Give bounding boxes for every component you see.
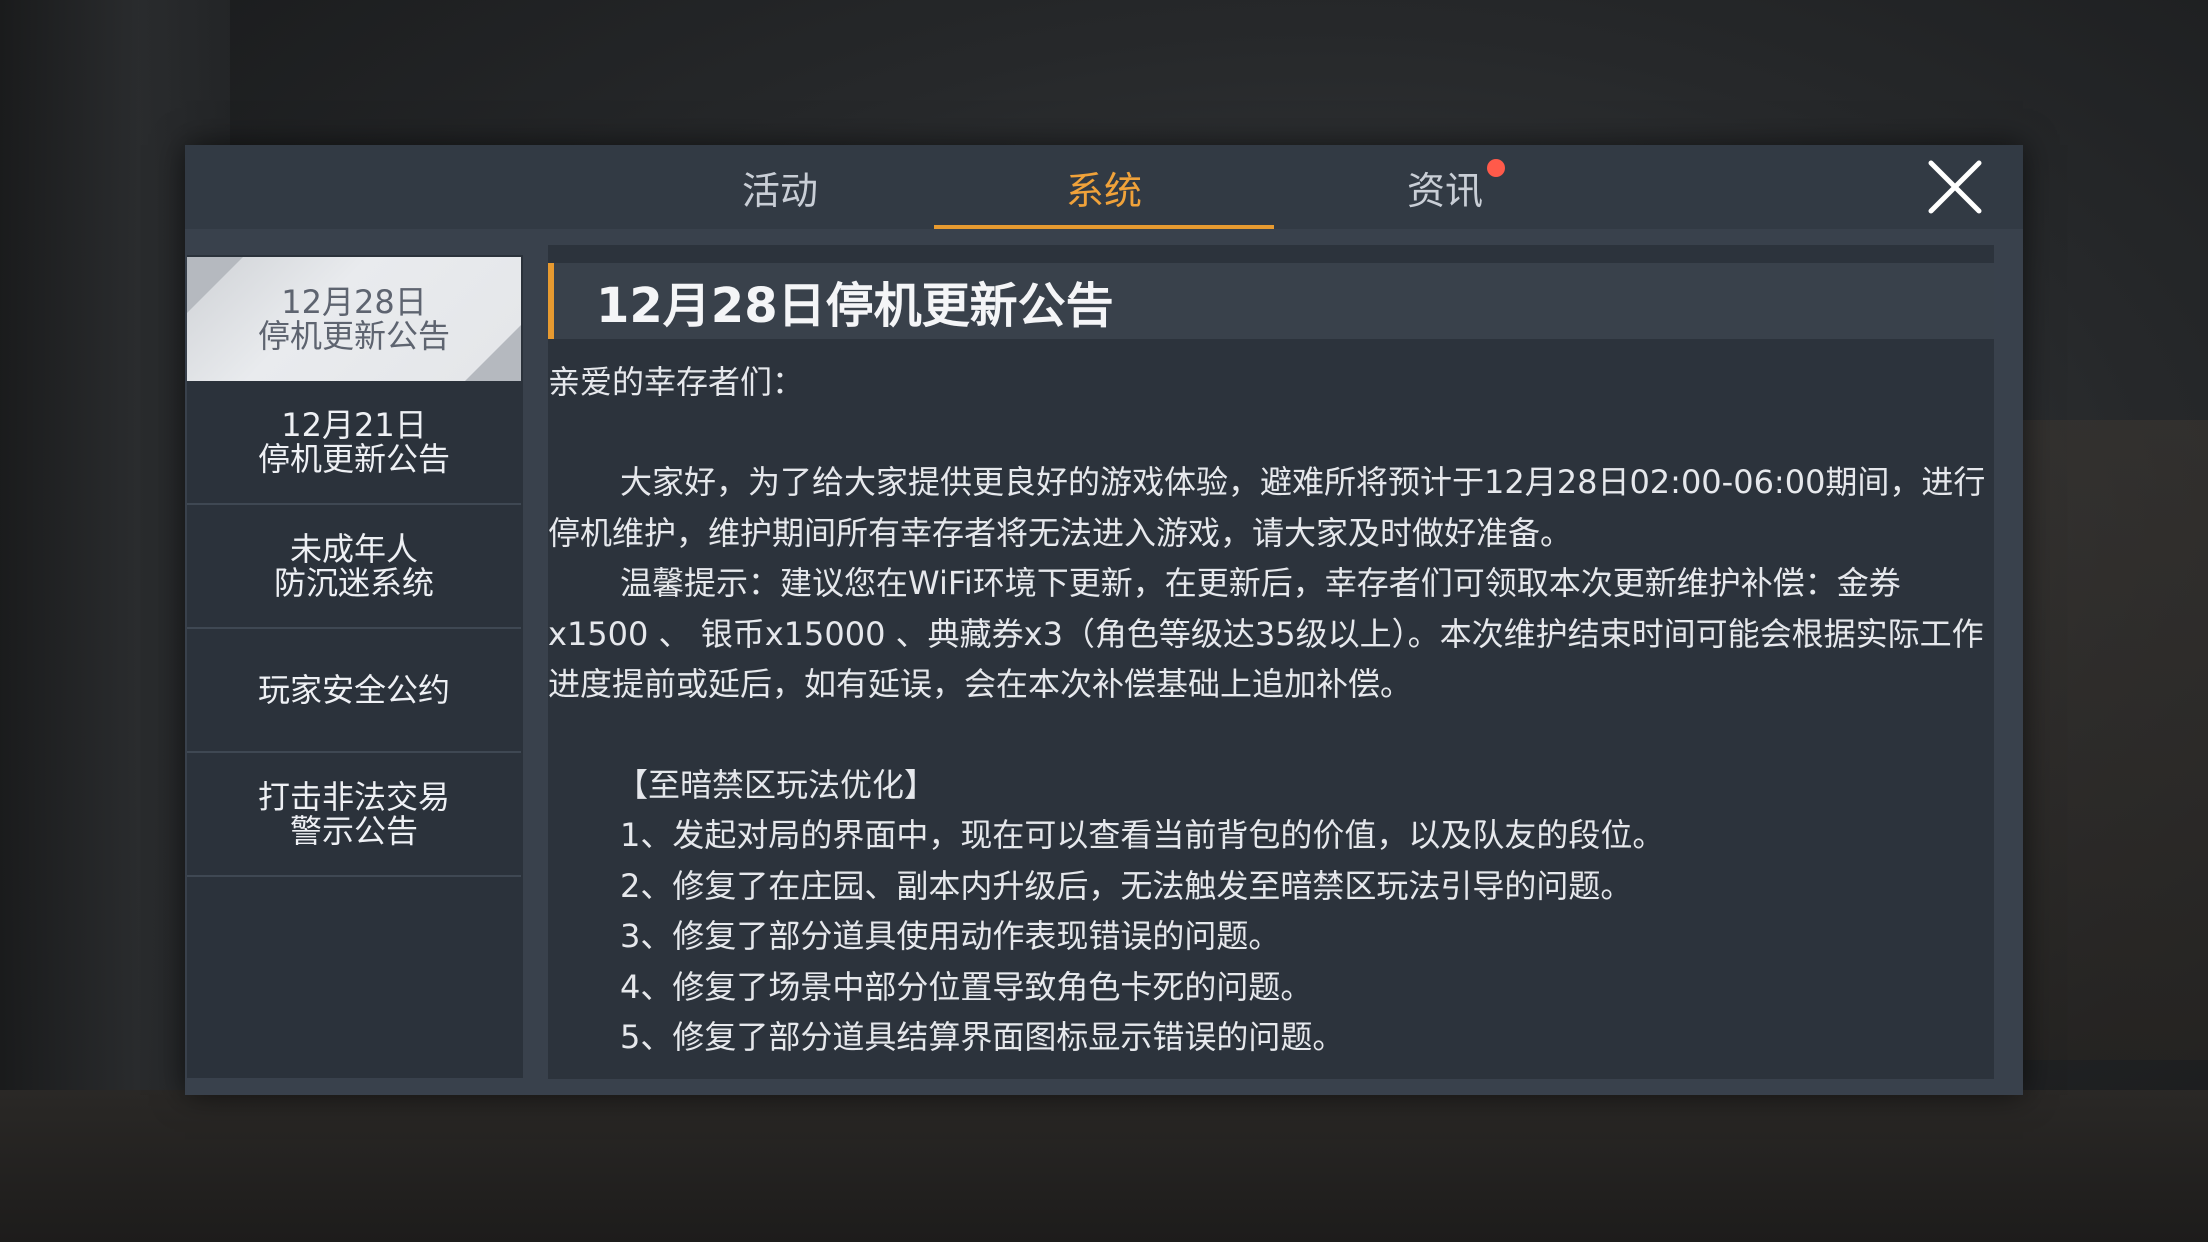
article-content[interactable]: 12月28日停机更新公告 亲爱的幸存者们： 大家好，为了给大家提供更良好的游戏体… [548, 245, 1994, 1079]
article-paragraph: 大家好，为了给大家提供更良好的游戏体验，避难所将预计于12月28日02:00-0… [548, 463, 1986, 552]
tab-activities[interactable]: 活动 [610, 145, 950, 229]
tab-label: 系统 [1065, 168, 1142, 213]
sidebar-item-label: 玩家安全公约 [257, 671, 450, 709]
list-item: 1、发起对局的界面中，现在可以查看当前背包的价值，以及队友的段位。 [620, 816, 1665, 854]
tab-news[interactable]: 资讯 [1275, 145, 1615, 229]
background-floor [0, 1090, 2208, 1242]
tab-bar: 活动 系统 资讯 [185, 145, 2023, 229]
sidebar-item-label: 未成年人 防沉迷系统 [273, 530, 434, 602]
sidebar-item-illegal-trade-warning[interactable]: 打击非法交易 警示公告 [187, 753, 521, 877]
list-item: 4、修复了场景中部分位置导致角色卡死的问题。 [620, 967, 1313, 1006]
article-body: 亲爱的幸存者们： 大家好，为了给大家提供更良好的游戏体验，避难所将预计于12月2… [548, 357, 1988, 1063]
announcement-panel: 活动 系统 资讯 12月28日 停机更新公告 12月21日 停机更新公告 未成年… [185, 145, 2023, 1095]
tab-label: 活动 [741, 168, 818, 213]
tab-label: 资讯 [1406, 168, 1483, 213]
sidebar-item-dec28-update[interactable]: 12月28日 停机更新公告 [187, 257, 521, 381]
list-item: 5、修复了部分道具结算界面图标显示错误的问题。 [620, 1018, 1345, 1056]
background-railing [2018, 420, 2208, 1060]
notification-dot-icon [1487, 159, 1505, 177]
close-button[interactable] [1927, 159, 1983, 215]
tab-system[interactable]: 系统 [934, 145, 1274, 229]
article-greeting: 亲爱的幸存者们： [548, 363, 805, 401]
section-heading: 【至暗禁区玩法优化】 [616, 765, 937, 804]
list-item: 2、修复了在庄园、副本内升级后，无法触发至暗禁区玩法引导的问题。 [620, 866, 1633, 905]
announcement-list: 12月28日 停机更新公告 12月21日 停机更新公告 未成年人 防沉迷系统 玩… [187, 255, 523, 1078]
article-paragraph: 温馨提示：建议您在WiFi环境下更新，在更新后，幸存者们可领取本次更新维护补偿：… [548, 564, 1984, 703]
sidebar-item-label: 打击非法交易 警示公告 [257, 778, 450, 850]
close-icon [1928, 160, 1982, 214]
list-item: 3、修复了部分道具使用动作表现错误的问题。 [620, 917, 1281, 955]
sidebar-item-anti-addiction[interactable]: 未成年人 防沉迷系统 [187, 505, 521, 629]
article-title: 12月28日停机更新公告 [548, 263, 1994, 339]
sidebar-item-dec21-update[interactable]: 12月21日 停机更新公告 [187, 381, 521, 505]
sidebar-item-label: 12月28日 停机更新公告 [257, 283, 450, 355]
sidebar-item-label: 12月21日 停机更新公告 [257, 406, 450, 478]
sidebar-item-safety-pact[interactable]: 玩家安全公约 [187, 629, 521, 753]
